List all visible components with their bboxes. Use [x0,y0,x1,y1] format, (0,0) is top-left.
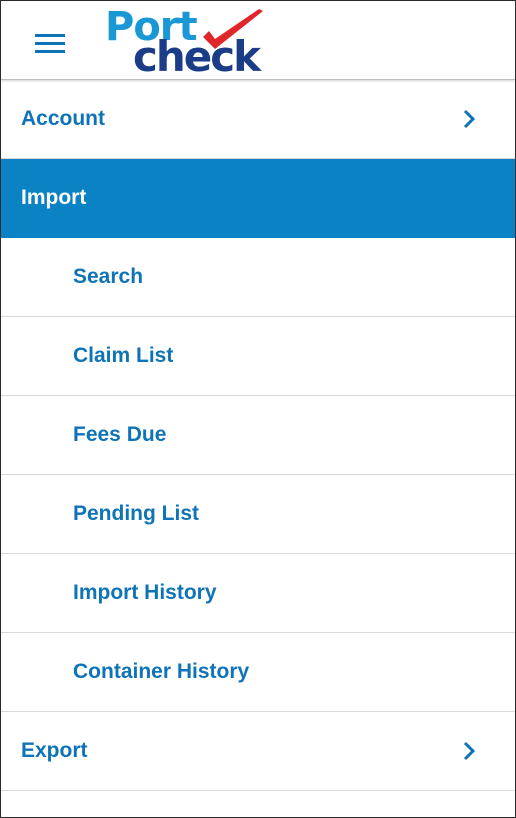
submenu-item-container-history[interactable]: Container History [1,633,515,712]
submenu-item-label: Pending List [73,502,199,525]
submenu-item-label: Search [73,265,144,288]
submenu-item-search[interactable]: Search [1,238,515,317]
chevron-right-icon [463,741,476,761]
submenu-item-pending-list[interactable]: Pending List [1,475,515,554]
menu-item-import[interactable]: Import [1,159,515,238]
menu-item-label: Import [21,186,87,209]
submenu-item-claim-list[interactable]: Claim List [1,317,515,396]
submenu-item-label: Import History [73,581,217,604]
menu-item-account[interactable]: Account [1,80,515,159]
chevron-right-icon [463,109,476,129]
submenu-item-label: Fees Due [73,423,167,446]
submenu-item-fees-due[interactable]: Fees Due [1,396,515,475]
submenu-item-import-history[interactable]: Import History [1,554,515,633]
nav-drawer: Port check Account Import Search Claim L… [0,0,516,818]
menu-item-export[interactable]: Export [1,712,515,791]
menu-item-label: Export [21,739,88,762]
submenu-item-label: Claim List [73,344,174,367]
portcheck-logo[interactable]: Port check [99,5,279,79]
submenu-item-label: Container History [73,660,250,683]
checkmark-icon [203,9,263,49]
app-header: Port check [1,1,515,80]
menu-item-label: Account [21,107,105,130]
hamburger-menu-icon[interactable] [35,34,65,56]
nav-menu: Account Import Search Claim List Fees Du… [1,80,515,791]
